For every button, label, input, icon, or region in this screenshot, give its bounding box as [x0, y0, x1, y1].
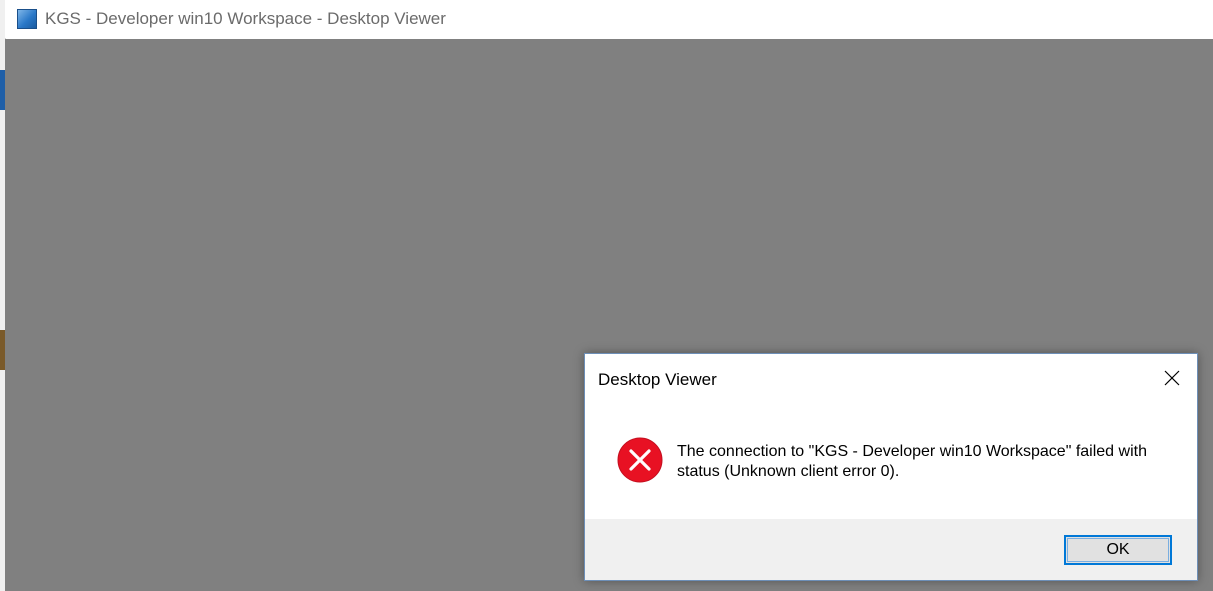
- window-title: KGS - Developer win10 Workspace - Deskto…: [45, 9, 446, 28]
- error-icon: [617, 437, 663, 483]
- ok-button[interactable]: OK: [1064, 535, 1172, 565]
- close-button[interactable]: [1149, 360, 1195, 396]
- ok-button-label: OK: [1106, 541, 1130, 558]
- error-message: The connection to "KGS - Developer win10…: [677, 443, 1147, 480]
- desktop-viewer-window: KGS - Developer win10 Workspace - Deskto…: [0, 0, 1213, 591]
- close-icon: [1164, 370, 1180, 386]
- dialog-header[interactable]: Desktop Viewer: [585, 354, 1197, 404]
- error-dialog: Desktop Viewer The connection to "KGS - …: [584, 353, 1198, 581]
- app-window-icon: [17, 9, 37, 29]
- dialog-body: The connection to "KGS - Developer win10…: [585, 404, 1197, 519]
- dialog-title: Desktop Viewer: [598, 370, 717, 389]
- window-titlebar[interactable]: KGS - Developer win10 Workspace - Deskto…: [5, 0, 1213, 38]
- dialog-footer: OK: [585, 519, 1197, 580]
